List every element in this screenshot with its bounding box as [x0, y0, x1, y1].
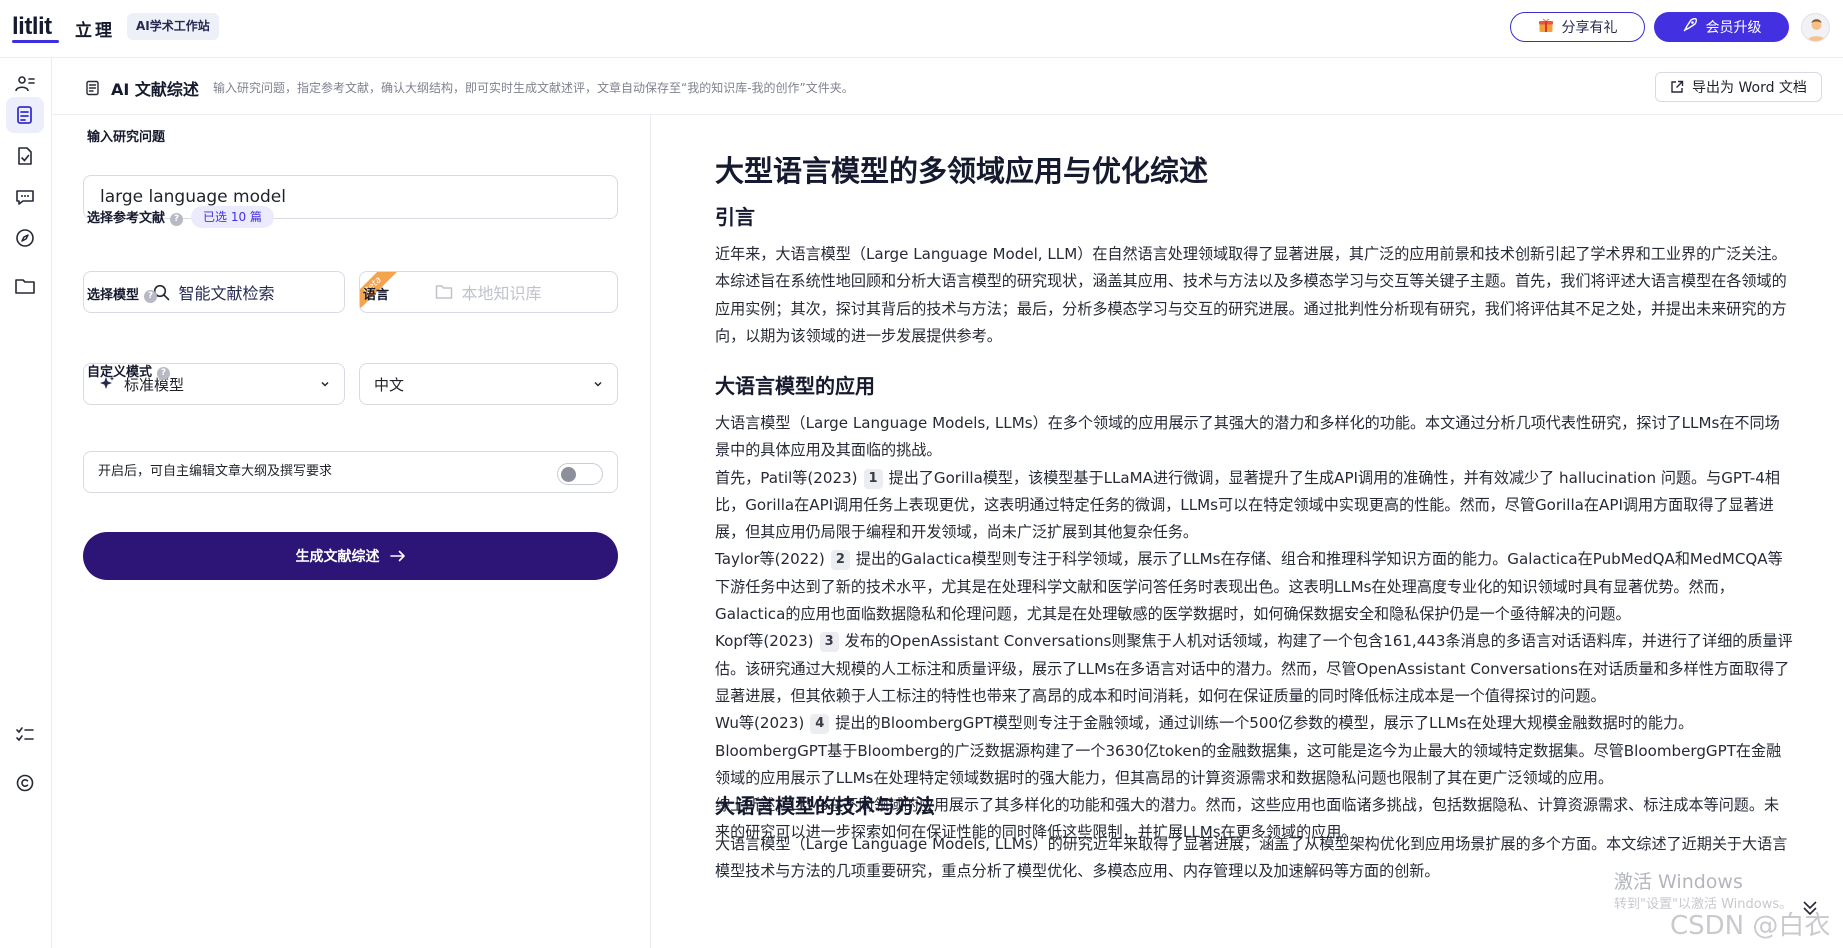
collapse-icon[interactable] [1800, 898, 1820, 918]
applications-body: 大语言模型（Large Language Models, LLMs）在多个领域的… [715, 410, 1793, 847]
vip-upgrade-button[interactable]: 会员升级 [1654, 12, 1789, 42]
export-label: 导出为 Word 文档 [1692, 80, 1807, 96]
page-header: AI 文献综述 输入研究问题，指定参考文献，确认大纲结构，即可实时生成文献述评，… [53, 58, 1843, 115]
article-title: 大型语言模型的多领域应用与优化综述 [715, 154, 1209, 188]
sidebar [0, 58, 52, 948]
sidebar-item-folder[interactable] [6, 268, 44, 304]
model-label-row: 选择模型? [87, 284, 158, 303]
chevron-down-icon [594, 381, 602, 387]
team-icon [15, 76, 35, 92]
intro-paragraph: 近年来，大语言模型（Large Language Model, LLM）在自然语… [715, 241, 1793, 350]
page-description: 输入研究问题，指定参考文献，确认大纲结构，即可实时生成文献述评，文章自动保存至“… [213, 81, 854, 95]
custom-label-row: 自定义模式? [87, 361, 171, 380]
language-value: 中文 [374, 375, 405, 394]
sidebar-item-tasks[interactable] [6, 717, 44, 753]
cited-paragraph-1: 首先，Patil等(2023) 1 提出了Gorilla模型，该模型基于LLaMA进… [715, 465, 1793, 547]
share-gift-button[interactable]: 分享有礼 [1510, 12, 1645, 42]
litlit-logo[interactable]: litlit [12, 13, 52, 41]
copyright-icon [16, 774, 34, 792]
vip-label: 会员升级 [1705, 20, 1762, 36]
review-form-panel: 输入研究问题 large language model 选择参考文献? 已选 10… [53, 115, 651, 948]
sidebar-item-explore[interactable] [6, 220, 44, 256]
custom-mode-box: 开启后，可自主编辑文章大纲及撰写要求 [83, 451, 618, 493]
custom-mode-label: 自定义模式 [87, 365, 153, 380]
refs-help-icon[interactable]: ? [170, 213, 184, 226]
section-heading-intro: 引言 [715, 205, 755, 229]
external-link-icon [1671, 80, 1684, 93]
top-bar: litlit 立理 AI学术工作站 分享有礼 会员升级 [0, 0, 1843, 58]
cite-author-4: Wu等(2023) [715, 714, 805, 733]
model-label: 选择模型 [87, 288, 140, 303]
citation-badge-3[interactable]: 3 [819, 632, 839, 653]
cited-paragraph-3: Kopf等(2023) 3 发布的OpenAssistant Conversatio… [715, 628, 1793, 710]
checklist-icon [16, 727, 34, 742]
user-avatar-icon [1806, 19, 1827, 41]
cited-paragraph-2: Taylor等(2022) 2 提出的Galactica模型则专注于科学领域，展示了… [715, 546, 1793, 628]
sidebar-item-chat[interactable] [6, 179, 44, 215]
arrow-right-icon [389, 550, 405, 562]
page-title: AI 文献综述 [111, 80, 199, 99]
cite-text-4: 提出的BloombergGPT模型则专注于金融领域，通过训练一个500亿参数的模… [715, 714, 1782, 787]
smart-search-label: 智能文献检索 [178, 284, 275, 303]
sidebar-item-doc-check[interactable] [6, 138, 44, 174]
export-word-button[interactable]: 导出为 Word 文档 [1655, 72, 1822, 102]
section-heading-techniques: 大语言模型的技术与方法 [715, 794, 935, 818]
chat-icon [16, 190, 34, 205]
cite-author-2: Taylor等(2022) [715, 550, 825, 569]
app-window: litlit 立理 AI学术工作站 分享有礼 会员升级 AI 文献综述 输入研究… [0, 0, 1843, 948]
generate-label: 生成文献综述 [295, 549, 380, 565]
gift-icon [1538, 17, 1554, 37]
chevron-down-icon [321, 381, 329, 387]
citation-badge-2[interactable]: 2 [830, 550, 850, 571]
brand-name: 立理 [75, 21, 115, 41]
folder-icon [436, 285, 453, 299]
local-knowledge-label: 本地知识库 [461, 284, 542, 303]
question-label: 输入研究问题 [87, 130, 166, 145]
cite-author-1: 首先，Patil等(2023) [715, 468, 858, 487]
custom-help-icon[interactable]: ? [157, 367, 171, 380]
avatar[interactable] [1801, 13, 1830, 42]
local-knowledge-button[interactable]: Beta 本地知识库 [359, 271, 618, 313]
rocket-icon [1682, 17, 1698, 37]
intro-text: 近年来，大语言模型（Large Language Model, LLM）在自然语… [715, 245, 1787, 345]
sidebar-item-review[interactable] [6, 97, 44, 133]
custom-mode-description: 开启后，可自主编辑文章大纲及撰写要求 [98, 464, 333, 479]
cite-text-2: 提出的Galactica模型则专注于科学领域，展示了LLMs在存储、组合和推理科… [715, 550, 1783, 624]
cited-paragraph-4: Wu等(2023) 4 提出的BloombergGPT模型则专注于金融领域，通过训练… [715, 710, 1793, 792]
section-heading-applications: 大语言模型的应用 [715, 374, 875, 398]
citation-badge-1[interactable]: 1 [863, 468, 883, 489]
cite-text-3: 发布的OpenAssistant Conversations则聚焦于人机对话领域… [715, 632, 1793, 705]
toggle-knob [561, 467, 576, 482]
refs-label: 选择参考文献 [87, 211, 166, 226]
applications-intro: 大语言模型（Large Language Models, LLMs）在多个领域的… [715, 414, 1780, 460]
refs-label-row: 选择参考文献? 已选 10 篇 [87, 206, 274, 228]
language-select[interactable]: 中文 [359, 363, 618, 405]
model-help-icon[interactable]: ? [144, 290, 158, 303]
selected-count-badge[interactable]: 已选 10 篇 [191, 206, 274, 228]
share-label: 分享有礼 [1561, 20, 1618, 36]
document-check-icon [18, 147, 32, 165]
logo-underline [12, 40, 59, 43]
sidebar-item-copyright[interactable] [6, 765, 44, 801]
review-icon [17, 106, 32, 124]
compass-icon [16, 229, 34, 247]
citation-badge-4[interactable]: 4 [810, 714, 830, 735]
generate-review-button[interactable]: 生成文献综述 [83, 532, 618, 580]
review-small-icon [86, 80, 99, 96]
custom-mode-toggle[interactable] [557, 463, 603, 485]
review-article: 大型语言模型的多领域应用与优化综述 引言 近年来，大语言模型（Large Lan… [652, 116, 1843, 948]
workstation-badge: AI学术工作站 [127, 13, 219, 40]
cite-author-3: Kopf等(2023) [715, 632, 814, 651]
lang-label: 语言 [363, 288, 390, 303]
windows-activation-title: 激活 Windows [1614, 871, 1743, 893]
folder-icon [15, 279, 35, 294]
